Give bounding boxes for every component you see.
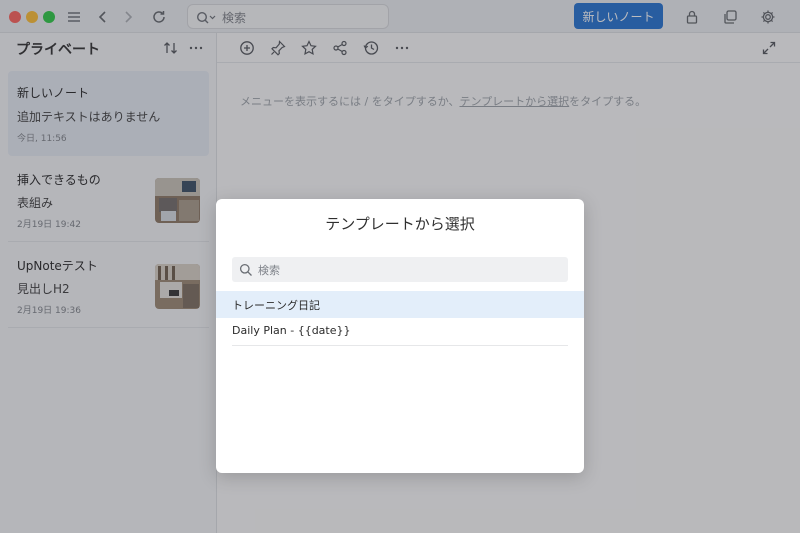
template-divider — [232, 345, 568, 346]
template-item[interactable]: Daily Plan - {{date}} — [216, 318, 584, 345]
template-label: Daily Plan - {{date}} — [232, 324, 351, 337]
template-picker-dialog: テンプレートから選択 検索 トレーニング日記 Daily Plan - {{da… — [216, 199, 584, 473]
search-placeholder: 検索 — [258, 264, 280, 277]
template-item[interactable]: トレーニング日記 — [216, 291, 584, 318]
template-label: トレーニング日記 — [232, 299, 320, 312]
template-search-input[interactable]: 検索 — [232, 257, 568, 282]
search-icon — [239, 262, 253, 276]
dialog-title: テンプレートから選択 — [325, 215, 475, 233]
